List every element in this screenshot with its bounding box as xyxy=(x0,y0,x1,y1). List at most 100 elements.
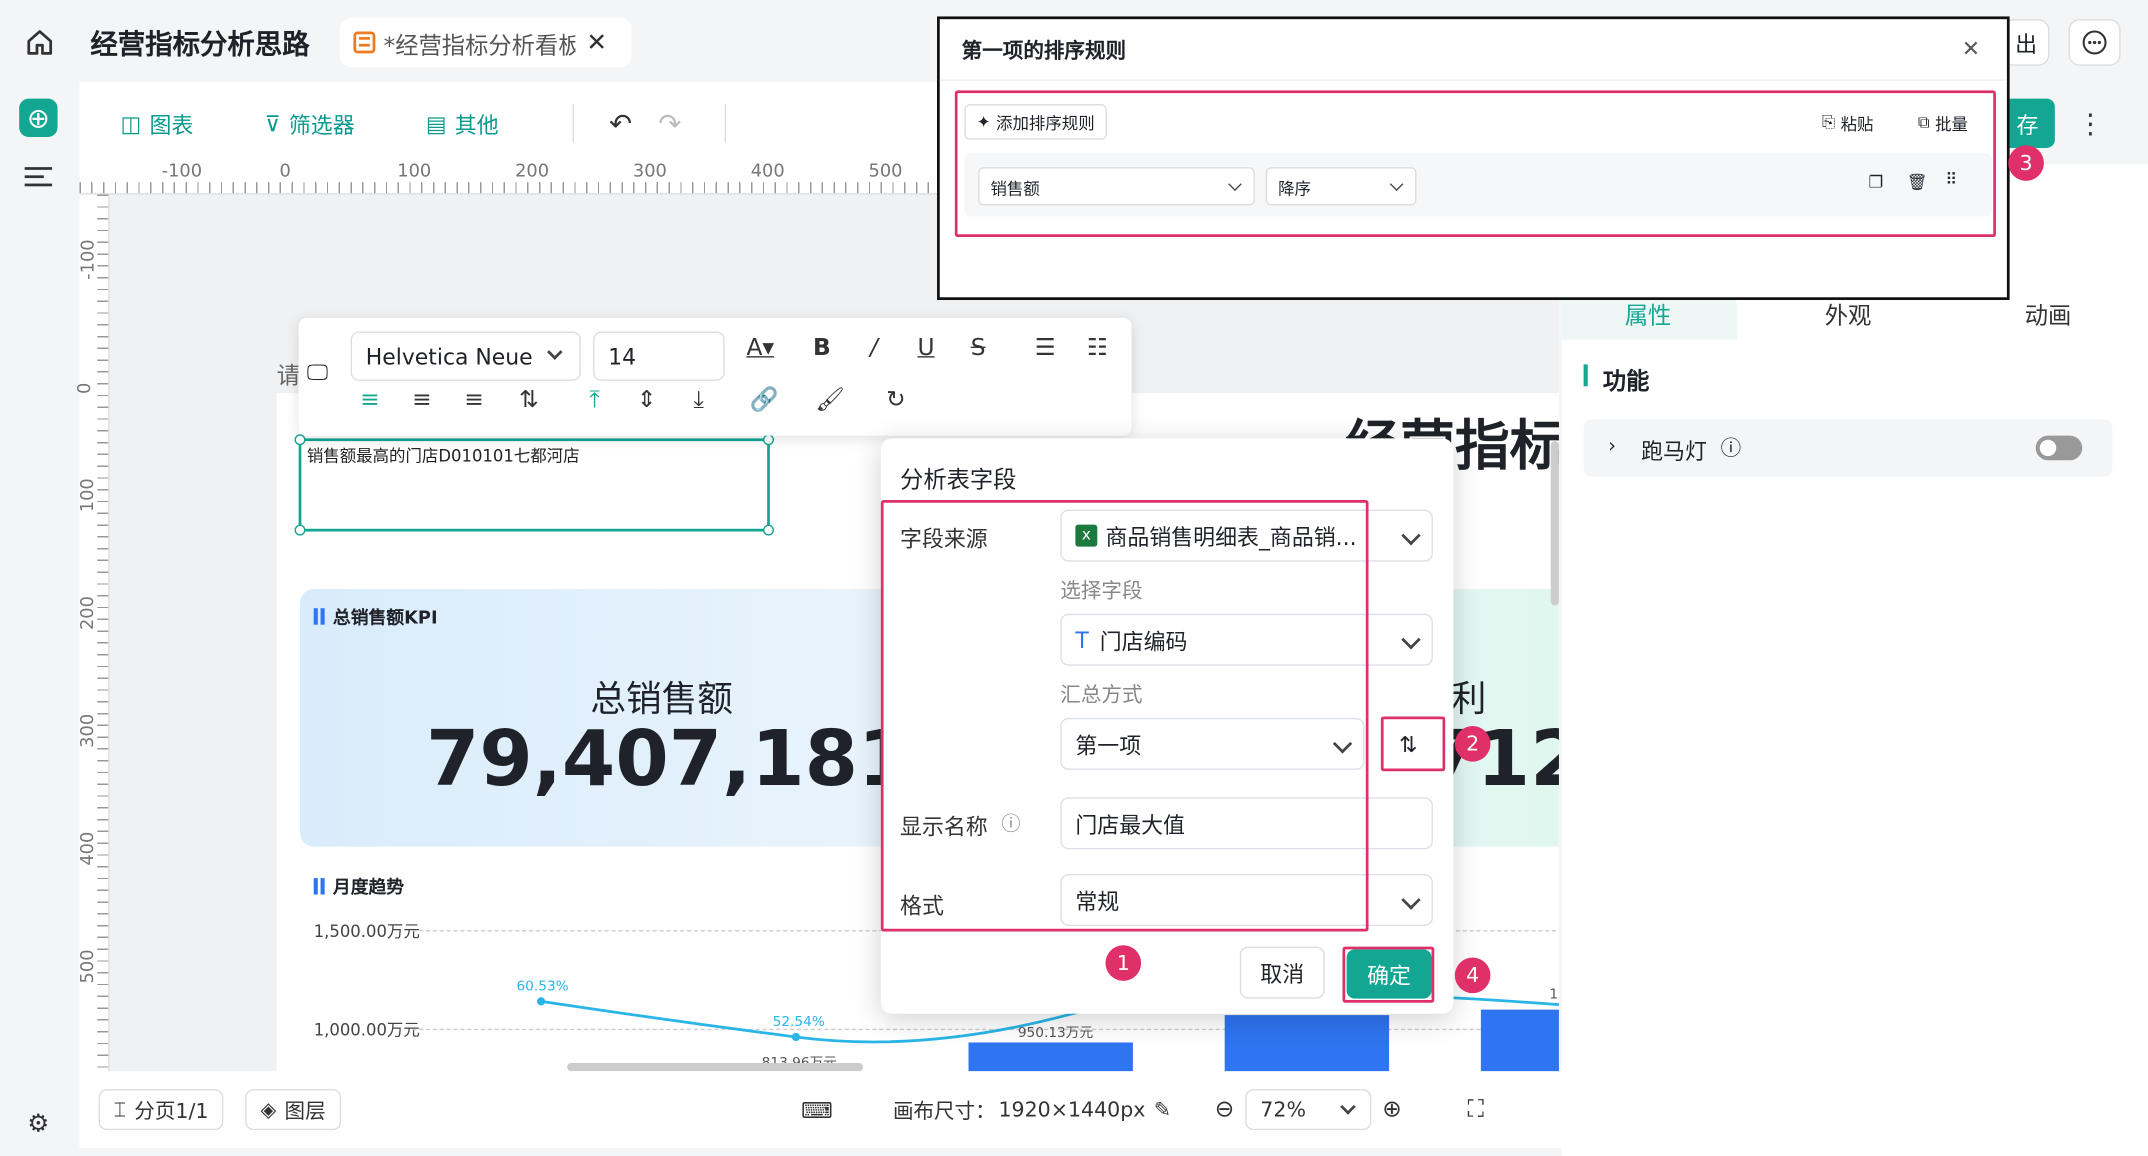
line-label: 52.54% xyxy=(772,1015,825,1031)
zoom-in-icon[interactable]: ⊕ xyxy=(1382,1096,1402,1123)
link-icon[interactable]: 🔗 xyxy=(748,386,781,413)
marquee-label: 跑马灯 xyxy=(1641,438,1707,465)
app-root: 经营指标分析思路 *经营指标分析看板 ✕ 出 ⊕ ⚙ ◫ 图表 ⊽ 筛选器 ▤ 其他 … xyxy=(0,0,2148,1156)
ruler-h-label: 300 xyxy=(632,161,667,183)
dashboard-icon xyxy=(353,31,376,54)
section-marker xyxy=(1583,364,1588,387)
zoom-select[interactable]: 72% xyxy=(1245,1089,1372,1131)
filter-icon: ⊽ xyxy=(264,110,281,137)
format-painter-icon[interactable]: 🖌 xyxy=(814,386,847,413)
marquee-row[interactable]: › 跑马灯 ⓘ xyxy=(1583,419,2113,477)
settings-icon[interactable]: ⚙ xyxy=(22,1107,55,1140)
chevron-down-icon xyxy=(1401,890,1421,910)
ruler-v-label: 0 xyxy=(74,382,96,395)
bar-label: 950.13万元 xyxy=(1017,1026,1094,1042)
chevron-down-icon xyxy=(1401,630,1421,650)
canvas-size-label: 画布尺寸： xyxy=(892,1097,996,1123)
redo-icon[interactable]: ↷ xyxy=(653,107,686,140)
resize-handle[interactable] xyxy=(763,434,774,446)
add-component-icon[interactable]: ⊕ xyxy=(19,98,58,137)
line-label: 60.53% xyxy=(516,979,569,995)
bar xyxy=(968,1042,1133,1072)
ruler-h-label: -100 xyxy=(161,161,203,183)
tab-properties[interactable]: 属性 xyxy=(1625,296,1672,330)
align-left-icon[interactable]: ≡ xyxy=(353,386,386,413)
font-size-value: 14 xyxy=(608,343,637,370)
filter-menu-button[interactable]: ⊽ 筛选器 xyxy=(265,107,355,140)
left-rail: ⊕ ⚙ xyxy=(0,82,77,1156)
fit-screen-icon[interactable]: ⛶ xyxy=(1468,1096,1484,1123)
ruler-v-label: 400 xyxy=(77,831,99,866)
ruler-h-label: 200 xyxy=(515,161,550,183)
valign-middle-icon[interactable]: ⇕ xyxy=(630,386,663,413)
bar xyxy=(1480,1009,1559,1072)
marquee-toggle[interactable] xyxy=(2035,435,2083,461)
home-icon[interactable] xyxy=(19,22,60,63)
zoom-value: 72% xyxy=(1260,1097,1306,1122)
property-panel: 属性 外观 动画 功能 › 跑马灯 ⓘ xyxy=(1561,164,2148,1156)
cancel-button[interactable]: 取消 xyxy=(1239,946,1325,999)
canvas-size-value: 1920×1440px xyxy=(998,1097,1146,1122)
keyboard-icon[interactable]: ⌨ xyxy=(801,1097,833,1123)
bullet-list-icon[interactable]: ☰ xyxy=(1029,334,1062,361)
sort-dialog-title: 第一项的排序规则 xyxy=(961,38,1127,64)
layers-button[interactable]: ◈ 图层 xyxy=(245,1089,341,1131)
font-size-input[interactable]: 14 xyxy=(593,331,725,381)
bold-icon[interactable]: B xyxy=(806,334,839,361)
selected-textbox[interactable]: 销售额最高的门店D010101七都河店 xyxy=(294,434,774,536)
save-label: 存 xyxy=(2016,112,2039,139)
layers-icon: ◈ xyxy=(260,1097,277,1122)
undo-icon[interactable]: ↶ xyxy=(604,107,637,140)
tab-animation[interactable]: 动画 xyxy=(2025,296,2072,330)
page-button[interactable]: ⌶ 分页1/1 xyxy=(98,1089,224,1131)
ruler-h-label: 100 xyxy=(397,161,432,183)
horizontal-scrollbar[interactable] xyxy=(567,1063,864,1072)
device-icon[interactable]: 🖵 xyxy=(307,359,328,386)
align-center-icon[interactable]: ≡ xyxy=(405,386,438,413)
marker-1: 1 xyxy=(1105,945,1142,981)
zoom-out-icon[interactable]: ⊖ xyxy=(1215,1096,1235,1123)
numbered-list-icon[interactable]: ☷ xyxy=(1081,334,1114,361)
ruler-h-label: 400 xyxy=(750,161,785,183)
clear-format-icon[interactable]: ↻ xyxy=(879,386,912,413)
chevron-right-icon: › xyxy=(1608,435,1616,458)
tab-appearance[interactable]: 外观 xyxy=(1825,296,1872,330)
text-format-toolbar: 🖵 Helvetica Neue 14 A▾ B / U S ☰ ☷ ≡ ≡ ≡… xyxy=(298,317,1132,436)
valign-top-icon[interactable]: ⤒ xyxy=(578,386,611,413)
ruler-v-label: 200 xyxy=(77,596,99,631)
close-icon[interactable]: ✕ xyxy=(1962,36,1980,62)
dialog-title: 分析表字段 xyxy=(900,467,1017,495)
more-menu-icon[interactable] xyxy=(2068,19,2121,66)
align-right-icon[interactable]: ≡ xyxy=(458,386,491,413)
edit-icon[interactable]: ✎ xyxy=(1154,1097,1171,1122)
chart-menu-label: 图表 xyxy=(149,112,194,139)
other-menu-label: 其他 xyxy=(454,112,499,139)
other-menu-button[interactable]: ▤ 其他 xyxy=(426,107,499,140)
help-icon[interactable]: ⓘ xyxy=(1721,433,1742,462)
tab-dashboard[interactable]: *经营指标分析看板 ✕ xyxy=(339,17,632,68)
page-label: 分页1/1 xyxy=(134,1097,209,1123)
chart-menu-button[interactable]: ◫ 图表 xyxy=(121,107,194,140)
highlight-box-2 xyxy=(1380,716,1446,772)
line-height-icon[interactable]: ⇅ xyxy=(512,386,545,413)
strikethrough-icon[interactable]: S xyxy=(962,334,995,361)
font-family-value: Helvetica Neue xyxy=(365,343,533,370)
font-color-icon[interactable]: A▾ xyxy=(744,334,777,361)
tab-label: *经营指标分析看板 xyxy=(383,32,576,60)
close-tab-icon[interactable]: ✕ xyxy=(586,28,607,57)
vertical-ruler: -100 0 100 200 300 400 500 xyxy=(75,194,110,1072)
bar-label: 1,07 xyxy=(1549,987,1559,1003)
italic-icon[interactable]: / xyxy=(858,334,891,361)
underline-icon[interactable]: U xyxy=(910,334,943,361)
cancel-label: 取消 xyxy=(1260,961,1305,988)
vertical-scrollbar[interactable] xyxy=(1550,441,1559,606)
resize-handle[interactable] xyxy=(763,524,774,536)
valign-bottom-icon[interactable]: ⤓ xyxy=(682,386,715,413)
kebab-menu-icon[interactable]: ⋮ xyxy=(2077,107,2104,140)
resize-handle[interactable] xyxy=(294,434,306,446)
marker-4: 4 xyxy=(1454,957,1491,994)
export-button[interactable]: 出 xyxy=(2002,19,2050,66)
resize-handle[interactable] xyxy=(294,524,306,536)
outline-icon[interactable] xyxy=(24,167,53,189)
font-family-select[interactable]: Helvetica Neue xyxy=(350,331,581,381)
